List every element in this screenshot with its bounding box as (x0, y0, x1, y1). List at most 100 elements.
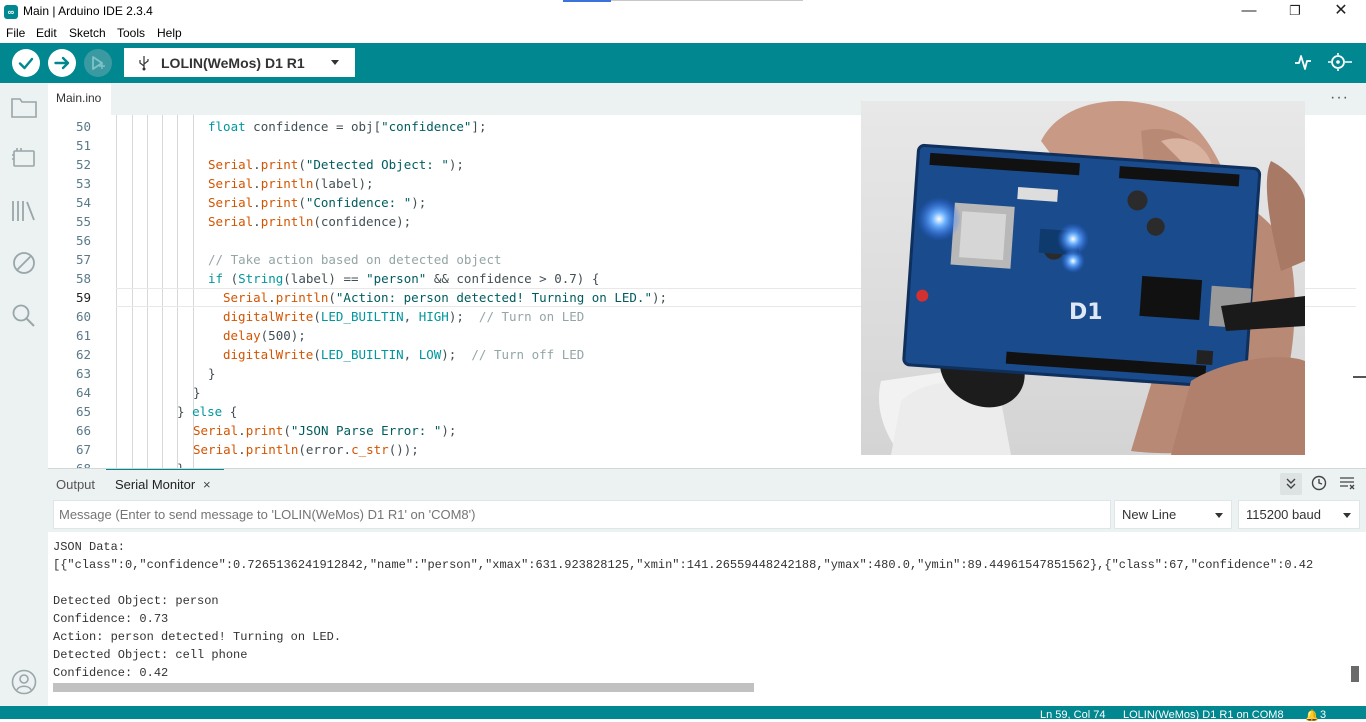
vertical-scrollbar[interactable] (1351, 666, 1359, 682)
library-manager-icon[interactable] (11, 199, 37, 223)
serial-monitor-icon[interactable] (1327, 52, 1353, 72)
line-number: 55 (75, 214, 91, 229)
baud-rate-select[interactable]: 115200 baud (1238, 500, 1360, 529)
code-line: delay(500); (223, 328, 306, 343)
serial-line: JSON Data: (53, 540, 126, 554)
line-ending-value: New Line (1122, 507, 1177, 522)
menu-bar: File Edit Sketch Tools Help (0, 24, 1366, 43)
menu-help[interactable]: Help (157, 26, 182, 40)
serial-line: Detected Object: person (53, 594, 219, 608)
code-line: Serial.println(confidence); (208, 214, 412, 229)
chevron-down-icon (1343, 513, 1351, 518)
code-line: if (String(label) == "person" && confide… (208, 271, 600, 286)
board-in-hand-photo: D1 (861, 101, 1305, 455)
horizontal-scrollbar[interactable] (53, 683, 754, 692)
code-line: Serial.println(label); (208, 176, 374, 191)
code-line: } (193, 385, 201, 400)
editor-scrollbar-marker[interactable] (1353, 376, 1366, 378)
baud-rate-value: 115200 baud (1246, 507, 1321, 522)
board-port-status[interactable]: LOLIN(WeMos) D1 R1 on COM8 (1123, 709, 1284, 721)
line-number: 60 (75, 309, 91, 324)
line-number: 56 (75, 233, 91, 248)
line-number: 57 (75, 252, 91, 267)
tab-main-ino[interactable]: Main.ino (48, 83, 111, 115)
search-icon[interactable] (11, 303, 37, 327)
debug-icon (92, 56, 105, 70)
code-line: } (177, 461, 185, 468)
code-line: } else { (177, 404, 238, 419)
panel-tab-bar: Output Serial Monitor × (48, 469, 1366, 498)
line-number: 63 (75, 366, 91, 381)
code-line: Serial.println(error.c_str()); (193, 442, 419, 457)
serial-line: Confidence: 0.73 (53, 612, 169, 626)
menu-edit[interactable]: Edit (36, 26, 57, 40)
line-number: 52 (75, 157, 91, 172)
code-line: } (208, 366, 216, 381)
clear-output-icon[interactable] (1339, 476, 1355, 490)
line-number: 66 (75, 423, 91, 438)
line-ending-select[interactable]: New Line (1114, 500, 1232, 529)
cursor-position[interactable]: Ln 59, Col 74 (1040, 709, 1105, 721)
code-line: digitalWrite(LED_BUILTIN, HIGH); // Turn… (223, 309, 585, 324)
toolbar: LOLIN(WeMos) D1 R1 (0, 43, 1366, 83)
tab-serial-monitor-label: Serial Monitor (115, 477, 196, 492)
line-number: 62 (75, 347, 91, 362)
board-name: LOLIN(WeMos) D1 R1 (161, 55, 305, 71)
line-number: 61 (75, 328, 91, 343)
sidebar (0, 83, 48, 719)
verify-icon (18, 57, 34, 70)
upload-icon (54, 56, 70, 70)
line-number: 54 (75, 195, 91, 210)
board-silkscreen-d1: D1 (1069, 300, 1103, 325)
chevron-down-icon (1215, 513, 1223, 518)
code-line: digitalWrite(LED_BUILTIN, LOW); // Turn … (223, 347, 585, 362)
sketchbook-folder-icon[interactable] (11, 96, 37, 118)
menu-tools[interactable]: Tools (117, 26, 145, 40)
clock-icon[interactable] (1311, 475, 1327, 491)
serial-line: Confidence: 0.42 (53, 666, 169, 680)
line-number: 58 (75, 271, 91, 286)
notifications-icon[interactable]: 🔔 (1305, 709, 1319, 722)
boards-manager-icon[interactable] (11, 147, 37, 169)
usb-icon (139, 56, 149, 71)
serial-line: Detected Object: cell phone (53, 648, 248, 662)
close-icon[interactable]: × (203, 477, 211, 492)
account-icon[interactable] (11, 669, 37, 695)
serial-input-row: New Line 115200 baud (48, 498, 1366, 532)
line-number: 51 (75, 138, 91, 153)
serial-message-input[interactable] (53, 500, 1111, 529)
board-selector[interactable]: LOLIN(WeMos) D1 R1 (124, 48, 355, 77)
line-number-active: 59 (75, 290, 91, 305)
title-bar: ∞ Main | Arduino IDE 2.3.4 — ❐ ✕ (0, 0, 1366, 24)
line-number: 67 (75, 442, 91, 457)
no-debug-icon[interactable] (11, 251, 37, 275)
tab-serial-monitor[interactable]: Serial Monitor × (106, 469, 224, 498)
maximize-button[interactable]: ❐ (1272, 0, 1318, 24)
serial-line: Action: person detected! Turning on LED. (53, 630, 342, 644)
minimize-button[interactable]: — (1226, 0, 1272, 24)
menu-file[interactable]: File (6, 26, 25, 40)
verify-button[interactable] (12, 49, 40, 77)
menu-sketch[interactable]: Sketch (69, 26, 106, 40)
line-number: 65 (75, 404, 91, 419)
serial-line: [{"class":0,"confidence":0.7265136241912… (53, 558, 1314, 572)
more-options-button[interactable]: ··· (1330, 89, 1349, 107)
window-title: Main | Arduino IDE 2.3.4 (23, 4, 153, 18)
close-button[interactable]: ✕ (1318, 0, 1364, 24)
code-line: Serial.print("JSON Parse Error: "); (193, 423, 457, 438)
serial-output[interactable]: JSON Data: [{"class":0,"confidence":0.72… (48, 532, 1366, 706)
code-line: Serial.print("Confidence: "); (208, 195, 427, 210)
line-number: 64 (75, 385, 91, 400)
serial-plotter-icon[interactable] (1294, 53, 1312, 71)
code-line-active: Serial.println("Action: person detected!… (223, 290, 668, 305)
chevron-down-icon (331, 60, 339, 65)
notifications-count: 3 (1320, 709, 1327, 721)
title-bar-accent (563, 0, 611, 2)
upload-button[interactable] (48, 49, 76, 77)
autoscroll-button[interactable] (1280, 473, 1302, 495)
code-line: float confidence = obj["confidence"]; (208, 119, 487, 134)
status-bar: Ln 59, Col 74 LOLIN(WeMos) D1 R1 on COM8… (0, 706, 1366, 722)
double-chevron-down-icon (1286, 478, 1296, 489)
debug-button[interactable] (84, 49, 112, 77)
tab-output[interactable]: Output (56, 477, 95, 492)
